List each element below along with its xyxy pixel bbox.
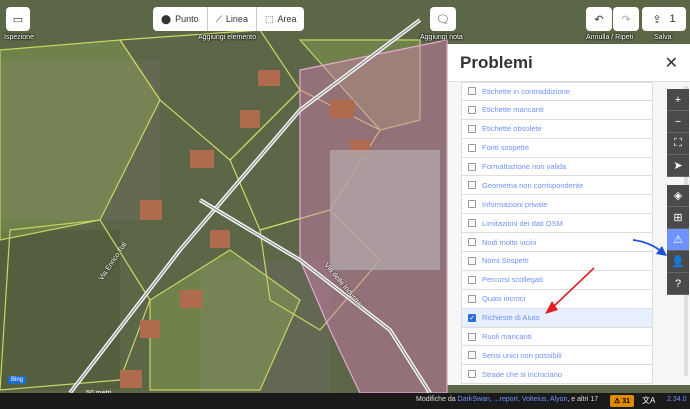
help-button[interactable]: ? — [667, 273, 689, 295]
annotation-arrows — [545, 239, 667, 314]
map-controls: + − ⛶ ➤ ◈ ⊞ ⚠ 👤 ? — [667, 89, 689, 295]
footer-bar: Modifiche da DarkSwan, ...report, Voltei… — [0, 393, 690, 409]
app-root: Via Enrico Toti Via delle Industrie Bing… — [0, 0, 690, 409]
map-data-icon: ⊞ — [673, 212, 683, 224]
map-data-button[interactable]: ⊞ — [667, 207, 689, 229]
user-settings-icon: 👤 — [671, 256, 685, 268]
zoom-in-button[interactable]: + — [667, 89, 689, 111]
attribution-prefix: Modifiche da — [416, 396, 458, 403]
language-icon[interactable]: 文A — [642, 395, 655, 406]
blue-arrow-line — [632, 239, 663, 253]
minus-icon: − — [674, 115, 682, 128]
attribution-suffix: , e altri 17 — [567, 396, 599, 403]
version-label: 2.34.0 — [667, 396, 687, 403]
issues-button[interactable]: ⚠ — [667, 229, 689, 251]
red-arrow-line — [551, 267, 595, 309]
location-arrow-icon: ➤ — [673, 160, 683, 172]
zoom-out-button[interactable]: − — [667, 111, 689, 133]
zoom-to-selection-button[interactable]: ⛶ — [667, 133, 689, 155]
layers-icon: ◈ — [673, 190, 683, 202]
background-button[interactable]: ◈ — [667, 185, 689, 207]
preferences-button[interactable]: 👤 — [667, 251, 689, 273]
blue-arrow-head — [656, 246, 667, 256]
red-arrow-head — [545, 301, 558, 314]
attribution: Modifiche da DarkSwan, ...report, Voltei… — [416, 396, 598, 403]
warning-icon: ⚠ — [673, 234, 683, 246]
plus-icon: + — [674, 93, 682, 106]
warnings-badge[interactable]: ⚠ 31 — [610, 395, 635, 407]
help-icon: ? — [674, 277, 682, 290]
geolocate-button[interactable]: ➤ — [667, 155, 689, 177]
warning-count: 31 — [622, 397, 631, 405]
attribution-users-link[interactable]: DarkSwan, ...report, Volteius, Alyon — [458, 396, 568, 403]
warning-icon-small: ⚠ — [614, 398, 623, 405]
frame-icon: ⛶ — [674, 137, 682, 149]
